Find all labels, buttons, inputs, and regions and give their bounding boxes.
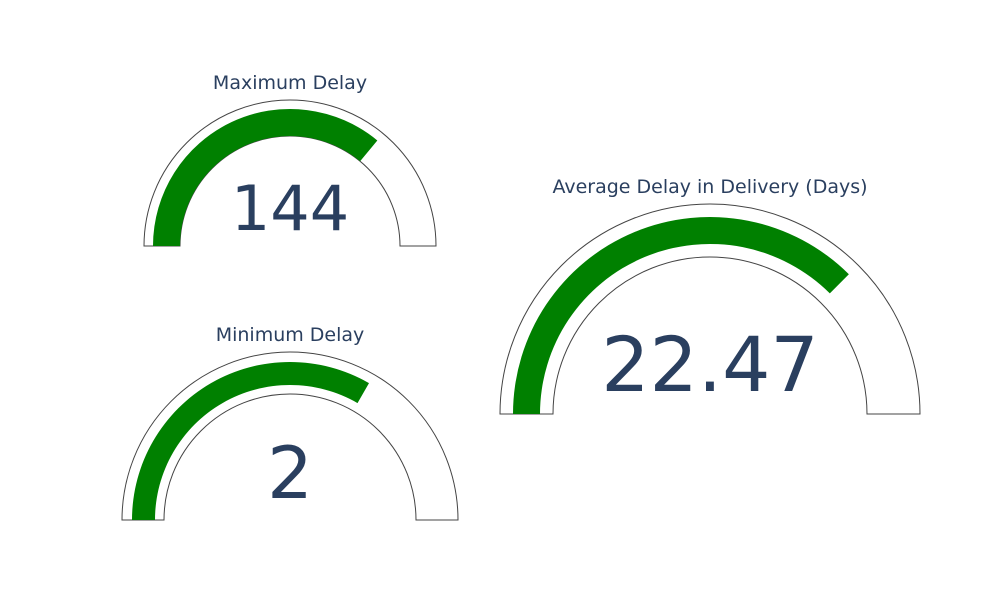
gauge-title-minimum-delay: Minimum Delay — [216, 324, 365, 346]
gauge-value-average-delay: 22.47 — [601, 320, 819, 409]
gauge-title-maximum-delay: Maximum Delay — [213, 72, 367, 94]
gauge-maximum-delay: Maximum Delay 144 — [143, 72, 437, 247]
gauge-dashboard: Maximum Delay 144 Minimum Delay 2 Averag… — [121, 72, 921, 521]
gauge-value-maximum-delay: 144 — [231, 172, 349, 245]
gauge-bar-minimum-delay — [132, 362, 369, 520]
gauge-title-average-delay: Average Delay in Delivery (Days) — [552, 176, 867, 198]
gauge-average-delay: Average Delay in Delivery (Days) 22.47 — [499, 176, 921, 415]
gauge-value-minimum-delay: 2 — [267, 431, 313, 515]
gauge-minimum-delay: Minimum Delay 2 — [121, 324, 459, 521]
